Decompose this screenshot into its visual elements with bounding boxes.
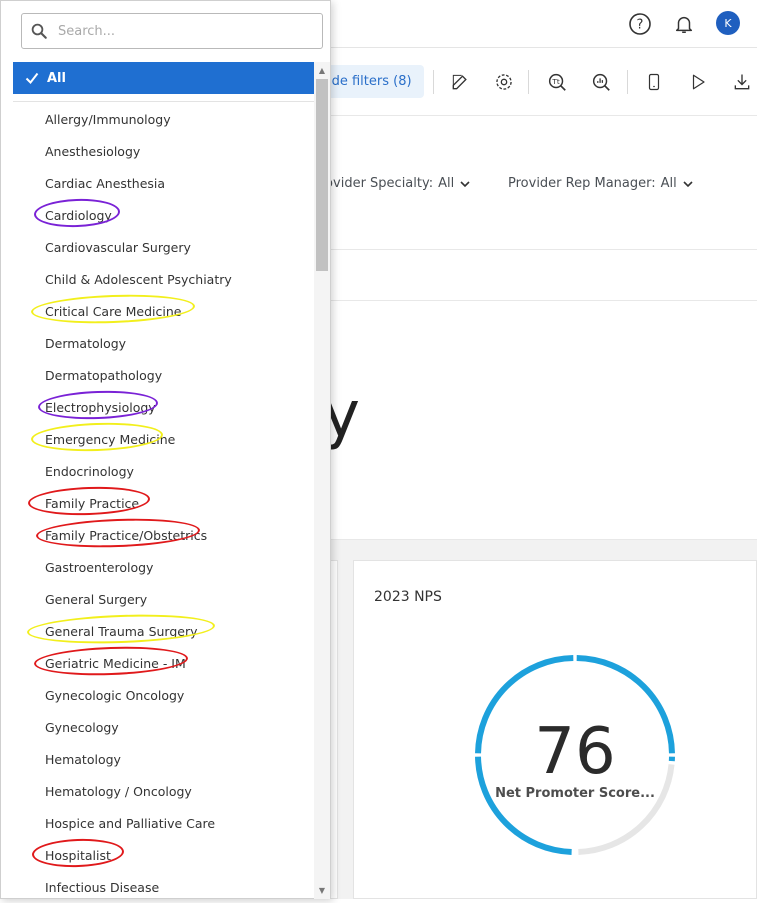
dropdown-item-label: Gynecologic Oncology — [45, 688, 184, 703]
dropdown-item[interactable]: Allergy/Immunology — [13, 103, 314, 135]
dropdown-item[interactable]: Cardiology — [13, 199, 314, 231]
dropdown-item-label: Endocrinology — [45, 464, 134, 479]
dropdown-item[interactable]: Gynecology — [13, 711, 314, 743]
download-icon[interactable] — [730, 70, 754, 94]
chevron-down-icon — [682, 178, 694, 190]
dropdown-item-label: General Trauma Surgery — [45, 624, 198, 639]
dropdown-item[interactable]: Critical Care Medicine — [13, 295, 314, 327]
dropdown-item-label: Emergency Medicine — [45, 432, 175, 447]
edit-icon[interactable] — [448, 70, 472, 94]
dropdown-item-label: Infectious Disease — [45, 880, 159, 895]
dropdown-item[interactable]: Gastroenterology — [13, 551, 314, 583]
dropdown-item-label: Family Practice/Obstetrics — [45, 528, 207, 543]
scroll-down-arrow-icon[interactable]: ▼ — [316, 885, 328, 897]
dropdown-item-label: Gynecology — [45, 720, 119, 735]
dropdown-item-label: Hospice and Palliative Care — [45, 816, 215, 831]
filter-value: All — [661, 176, 677, 191]
dropdown-item[interactable]: Endocrinology — [13, 455, 314, 487]
dropdown-item[interactable]: Hematology — [13, 743, 314, 775]
dropdown-item[interactable]: Child & Adolescent Psychiatry — [13, 263, 314, 295]
dropdown-item-label: Gastroenterology — [45, 560, 153, 575]
dropdown-item[interactable]: Cardiovascular Surgery — [13, 231, 314, 263]
dropdown-item-label: Hospitalist — [45, 848, 111, 863]
dropdown-item-label: All — [47, 71, 66, 86]
search-input[interactable] — [56, 23, 306, 40]
filter-label: rovider Specialty: — [320, 176, 433, 191]
dropdown-item[interactable]: Hospice and Palliative Care — [13, 807, 314, 839]
filter-provider-specialty[interactable]: rovider Specialty: All — [320, 176, 471, 191]
dropdown-item[interactable]: Hospitalist — [13, 839, 314, 871]
dropdown-scrollbar-thumb[interactable] — [316, 79, 328, 271]
dropdown-item[interactable]: Geriatric Medicine - IM — [13, 647, 314, 679]
dropdown-item[interactable]: Family Practice — [13, 487, 314, 519]
dropdown-item-label: Cardiac Anesthesia — [45, 176, 165, 191]
scroll-up-arrow-icon[interactable]: ▲ — [316, 65, 328, 77]
search-box — [21, 13, 323, 49]
dropdown-item-label: Family Practice — [45, 496, 139, 511]
notification-bell-icon[interactable] — [671, 11, 697, 37]
chevron-down-icon — [459, 178, 471, 190]
filter-label: Provider Rep Manager: — [508, 176, 656, 191]
dropdown-item-label: General Surgery — [45, 592, 147, 607]
dropdown-item-label: Allergy/Immunology — [45, 112, 171, 127]
filter-provider-rep-manager[interactable]: Provider Rep Manager: All — [508, 176, 694, 191]
dropdown-item-label: Cardiology — [45, 208, 112, 223]
nps-widget-title: 2023 NPS — [374, 589, 442, 605]
provider-specialty-dropdown: All Allergy/Immunology Anesthesiology Card… — [0, 0, 331, 899]
nps-value: 76 — [470, 712, 680, 792]
svg-text:?: ? — [637, 18, 644, 33]
dropdown-divider — [13, 101, 314, 102]
hide-filters-button[interactable]: ide filters (8) — [318, 65, 424, 98]
dropdown-item[interactable]: General Trauma Surgery — [13, 615, 314, 647]
filter-value: All — [438, 176, 454, 191]
settings-icon[interactable] — [492, 70, 516, 94]
dropdown-item[interactable]: Cardiac Anesthesia — [13, 167, 314, 199]
dropdown-item[interactable]: Dermatology — [13, 327, 314, 359]
dropdown-item-label: Hematology — [45, 752, 121, 767]
dropdown-item-label: Cardiovascular Surgery — [45, 240, 191, 255]
dropdown-item-label: Child & Adolescent Psychiatry — [45, 272, 232, 287]
dropdown-item[interactable]: Anesthesiology — [13, 135, 314, 167]
toolbar-divider — [627, 70, 628, 94]
toolbar-divider — [528, 70, 529, 94]
stats-iq-icon[interactable] — [589, 70, 613, 94]
dropdown-item-all[interactable]: All — [13, 62, 314, 94]
toolbar-divider — [433, 70, 434, 94]
dropdown-item[interactable]: Hematology / Oncology — [13, 775, 314, 807]
dropdown-item[interactable]: Family Practice/Obstetrics — [13, 519, 314, 551]
play-icon[interactable] — [686, 70, 710, 94]
avatar[interactable]: K — [716, 11, 740, 35]
dropdown-item-label: Dermatopathology — [45, 368, 162, 383]
dropdown-item[interactable]: Infectious Disease — [13, 871, 314, 903]
checkmark-icon — [25, 72, 39, 84]
dropdown-item[interactable]: Gynecologic Oncology — [13, 679, 314, 711]
svg-text:Tt: Tt — [551, 77, 559, 86]
dropdown-item-label: Anesthesiology — [45, 144, 140, 159]
dropdown-item-label: Electrophysiology — [45, 400, 156, 415]
help-icon[interactable]: ? — [627, 11, 653, 37]
dropdown-item-label: Dermatology — [45, 336, 126, 351]
dropdown-item-label: Hematology / Oncology — [45, 784, 192, 799]
search-icon — [30, 22, 48, 40]
dropdown-item-label: Critical Care Medicine — [45, 304, 181, 319]
dropdown-item[interactable]: Dermatopathology — [13, 359, 314, 391]
nps-label: Net Promoter Score... — [470, 786, 680, 801]
dropdown-item[interactable]: General Surgery — [13, 583, 314, 615]
dropdown-item-list: Allergy/Immunology Anesthesiology Cardiac … — [13, 103, 314, 903]
text-iq-icon[interactable]: Tt — [545, 70, 569, 94]
dropdown-item[interactable]: Electrophysiology — [13, 391, 314, 423]
dropdown-item[interactable]: Emergency Medicine — [13, 423, 314, 455]
dropdown-item-label: Geriatric Medicine - IM — [45, 656, 186, 671]
mobile-preview-icon[interactable] — [642, 70, 666, 94]
